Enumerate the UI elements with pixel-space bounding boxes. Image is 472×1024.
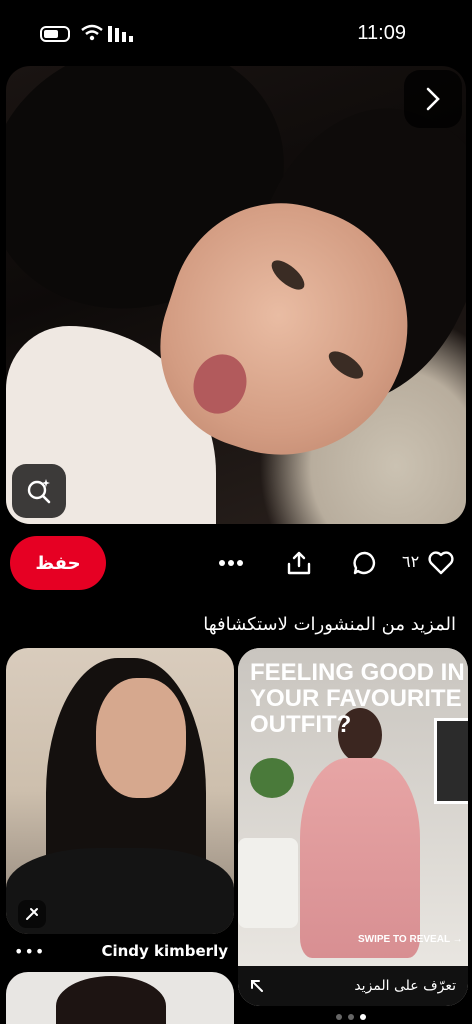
- more-options-button[interactable]: [216, 548, 246, 578]
- comment-button[interactable]: [350, 548, 380, 578]
- lens-search-icon: [27, 479, 51, 504]
- share-icon: [287, 551, 311, 575]
- chevron-right-icon: [426, 87, 440, 111]
- pin-image[interactable]: [6, 66, 466, 524]
- learn-more-bar[interactable]: تعرّف على المزيد: [238, 966, 468, 1006]
- promo-headline: FEELING GOOD IN YOUR FAVOURITE OUTFIT?: [250, 659, 465, 738]
- pager-dots: [336, 1014, 366, 1020]
- more-icon: [219, 560, 243, 566]
- like-button[interactable]: [426, 548, 456, 578]
- signal-icon: [108, 26, 133, 42]
- learn-more-label: تعرّف على المزيد: [354, 978, 456, 994]
- battery-icon: [40, 26, 70, 42]
- promoted-pin-card[interactable]: FEELING GOOD IN YOUR FAVOURITE OUTFIT? S…: [238, 648, 468, 1006]
- card-author[interactable]: Cindy kimberly: [101, 942, 228, 960]
- pin-card[interactable]: [6, 972, 234, 1024]
- like-count: ٦٢: [402, 552, 420, 571]
- comment-icon: [353, 551, 376, 575]
- arrow-up-left-icon: [251, 980, 263, 992]
- save-button[interactable]: حفظ: [10, 536, 106, 590]
- section-title: المزيد من المنشورات لاستكشافها: [203, 614, 456, 635]
- wifi-icon: [81, 24, 103, 41]
- visual-search-button[interactable]: [12, 464, 66, 518]
- card-more-button[interactable]: •••: [14, 942, 45, 961]
- heart-icon: [428, 551, 454, 575]
- status-bar: 11:09: [0, 0, 472, 62]
- next-button[interactable]: [404, 70, 462, 128]
- share-button[interactable]: [284, 548, 314, 578]
- status-time: 11:09: [357, 22, 406, 44]
- pin-marker-icon: [18, 900, 46, 928]
- swipe-hint: SWIPE TO REVEAL →: [358, 934, 463, 945]
- pin-card-caption: ••• Cindy kimberly: [6, 936, 234, 966]
- pin-card[interactable]: [6, 648, 234, 934]
